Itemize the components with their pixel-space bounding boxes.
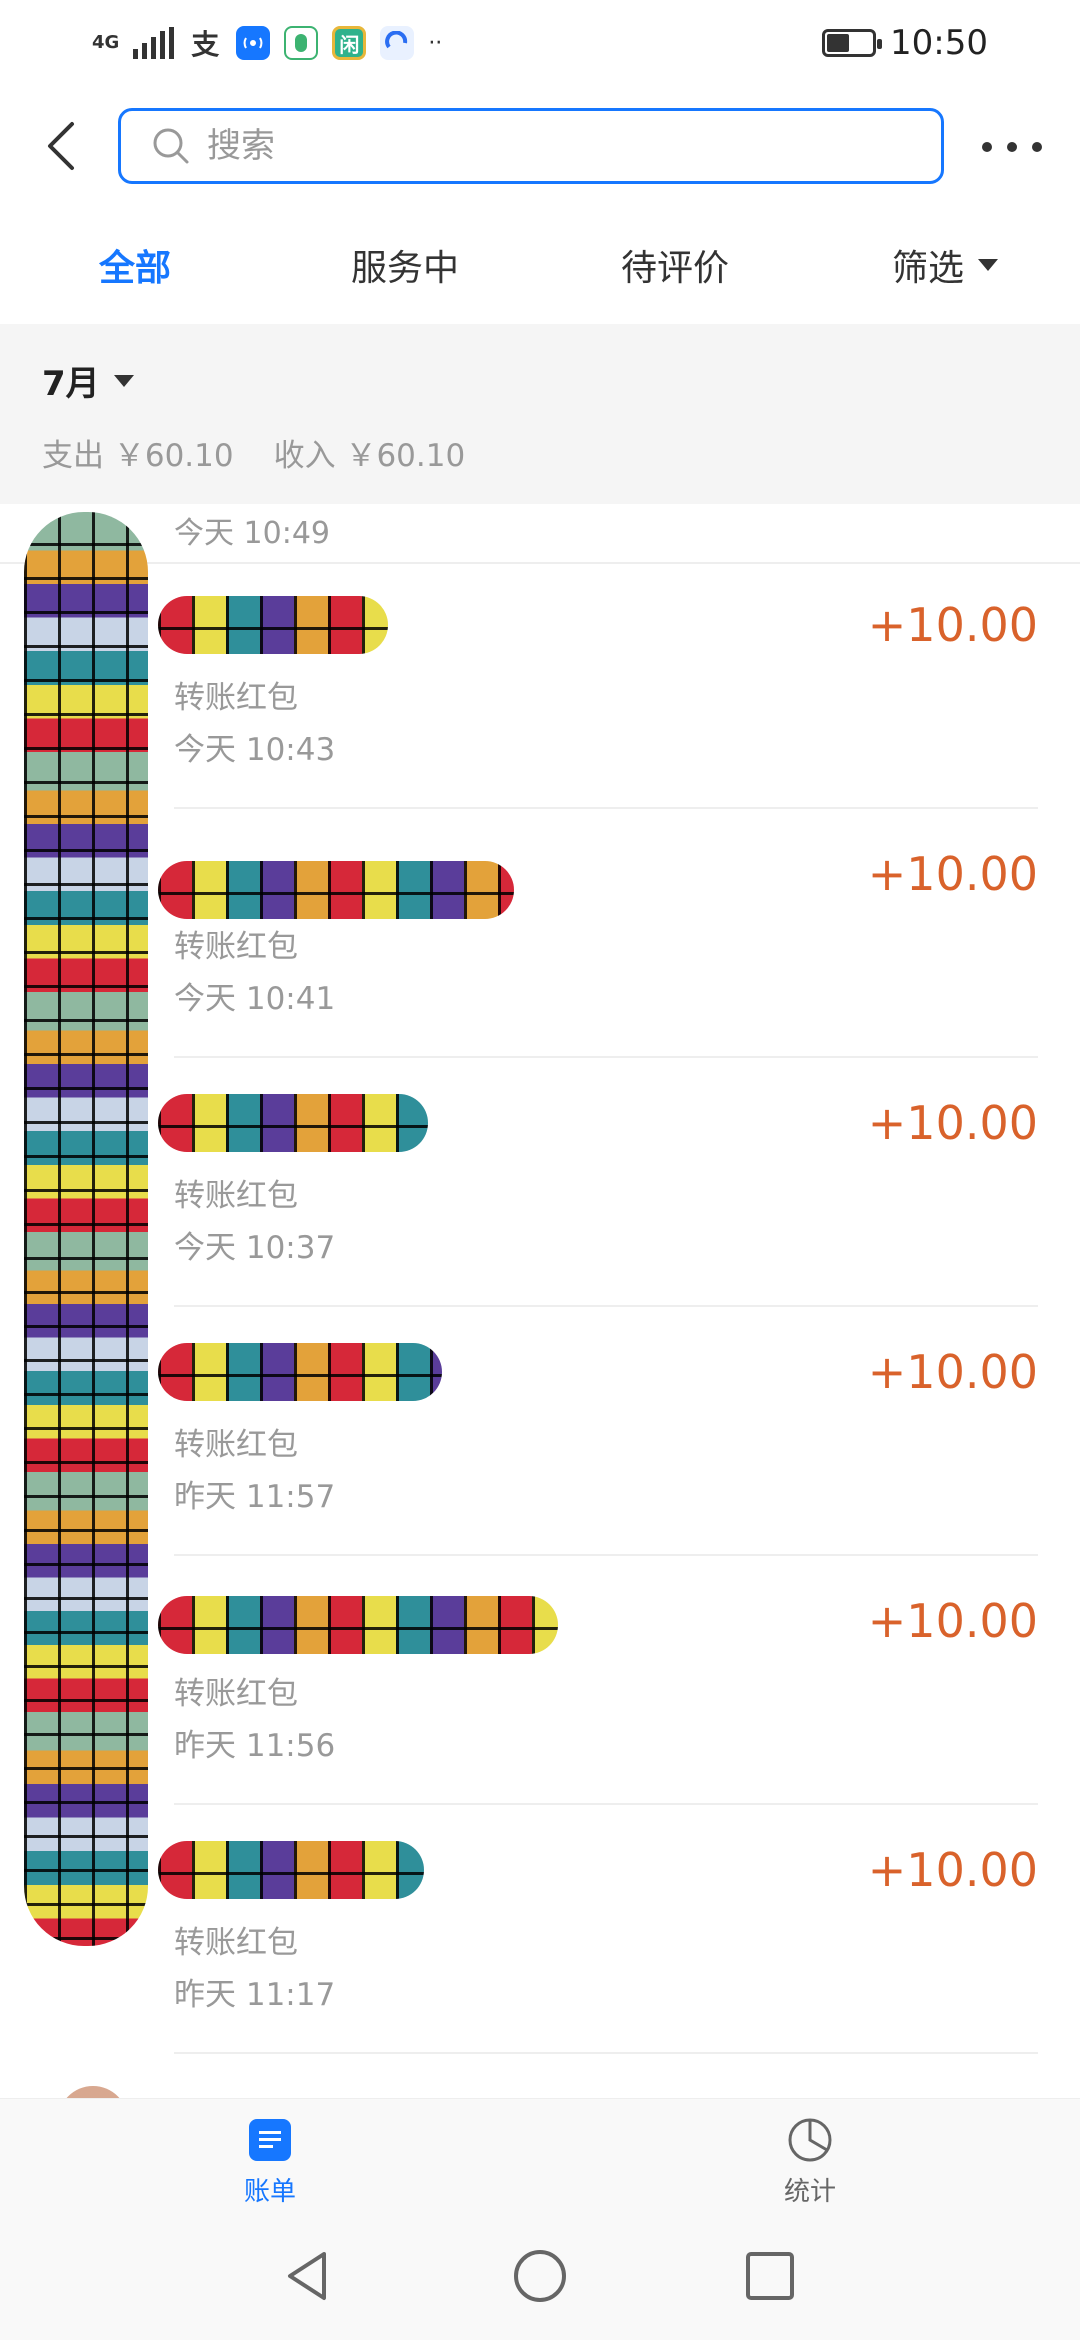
redacted-name [158,596,388,654]
record-amount: +10.00 [867,1843,1038,1897]
record-type: 转账红包 [174,680,298,716]
tab-bill[interactable]: 账单 [190,2117,350,2217]
tab-label: 全部 [98,248,171,289]
status-bar: 4G 支 闲 ·· 10:50 [0,0,1080,86]
list-item[interactable]: 转账红包 昨天 11:56 +10.00 [0,1556,1080,1805]
list-item[interactable]: 今天 10:49 [0,504,1080,564]
header [0,86,1080,206]
search-icon [153,128,189,164]
month-selector[interactable]: 7月 [42,356,134,405]
caret-down-icon [113,374,134,387]
tab-statistics-label: 统计 [783,2177,836,2207]
tab-bill-label: 账单 [243,2177,296,2207]
income-total: 收入 ￥60.10 [273,438,466,474]
record-time: 昨天 11:57 [174,1479,336,1515]
record-type: 转账红包 [174,1427,298,1463]
redacted-name [158,1841,424,1899]
list-item[interactable]: 转账红包 昨天 11:17 +10.00 [0,1805,1080,2054]
square-recents-icon [746,2252,794,2300]
bill-icon [249,2119,291,2161]
signal-icon [133,27,175,59]
nav-home-button[interactable] [510,2246,570,2306]
circle-home-icon [514,2250,566,2302]
nav-back-button[interactable] [280,2246,340,2306]
bottom-tab-bar: 账单 统计 [0,2098,1080,2216]
expense-total: 支出 ￥60.10 [42,438,234,474]
nav-recents-button[interactable] [740,2246,800,2306]
network-type: 4G [92,32,120,53]
alipay-icon: 支 [191,28,220,61]
record-type: 转账红包 [174,1925,298,1961]
record-time: 今天 10:43 [174,732,336,768]
search-box[interactable] [118,108,944,184]
divider [174,2052,1038,2054]
wifi-hotspot-icon [236,26,271,60]
tab-label: 服务中 [350,248,459,289]
filter-tabs: 全部 服务中 待评价 筛选 [0,206,1080,324]
more-dot-icon [982,142,992,152]
record-amount: +10.00 [867,1594,1038,1648]
month-label: 7月 [42,364,100,404]
more-options-button[interactable] [982,122,1042,172]
tab-label: 待评价 [620,248,729,289]
battery-level [827,34,850,52]
redacted-name [158,1596,558,1654]
status-left: 4G 支 闲 ·· [92,18,442,68]
record-amount: +10.00 [867,1096,1038,1150]
record-type: 转账红包 [174,1178,298,1214]
caret-down-icon [978,259,998,271]
tab-filter[interactable]: 筛选 [850,206,1040,324]
list-item[interactable]: 转账红包 今天 10:41 +10.00 [0,809,1080,1058]
record-time: 今天 10:41 [174,981,336,1017]
record-time: 昨天 11:17 [174,1977,336,2013]
transaction-list[interactable]: 今天 10:49 转账红包 今天 10:43 +10.00 转账红包 今天 10… [0,504,1080,2098]
record-type: 转账红包 [174,1676,298,1712]
record-time: 今天 10:37 [174,1230,336,1266]
search-input[interactable] [207,126,847,166]
more-dot-icon [1032,142,1042,152]
avatar [58,2086,128,2098]
back-button[interactable] [36,116,96,176]
redacted-name [158,861,514,919]
tab-in-service[interactable]: 服务中 [310,206,500,324]
record-amount: +10.00 [867,1345,1038,1399]
redacted-name [158,1094,428,1152]
tab-to-review[interactable]: 待评价 [580,206,770,324]
record-amount: +10.00 [867,598,1038,652]
month-totals: 支出 ￥60.10 收入 ￥60.10 [42,430,465,475]
month-summary: 7月 支出 ￥60.10 收入 ￥60.10 [0,324,1080,504]
redacted-name [158,1343,442,1401]
tab-label: 筛选 [891,248,964,289]
tab-statistics[interactable]: 统计 [730,2117,890,2217]
status-right: 10:50 [822,18,988,68]
app-blue-icon [380,26,415,60]
list-item[interactable]: 转账红包 昨天 11:57 +10.00 [0,1307,1080,1556]
pie-chart-icon [788,2118,832,2162]
record-type: 转账红包 [174,929,298,965]
more-dot-icon [1007,142,1017,152]
record-amount: +10.00 [867,847,1038,901]
clock: 10:50 [890,23,988,63]
record-time: 昨天 11:56 [174,1728,336,1764]
record-time: 今天 10:49 [174,516,330,551]
redaction-mosaic [24,512,148,1946]
list-item[interactable]: 转账红包 今天 10:43 +10.00 [0,560,1080,809]
app-green-icon [284,26,319,60]
triangle-back-icon [288,2252,326,2300]
battery-icon [822,29,883,57]
list-item[interactable]: 转账红包 今天 10:37 +10.00 [0,1058,1080,1307]
more-notifications-icon: ·· [428,30,443,56]
xianyu-icon: 闲 [332,26,367,60]
system-nav-bar [0,2216,1080,2340]
tab-all[interactable]: 全部 [40,206,230,324]
chevron-left-icon [48,122,74,170]
